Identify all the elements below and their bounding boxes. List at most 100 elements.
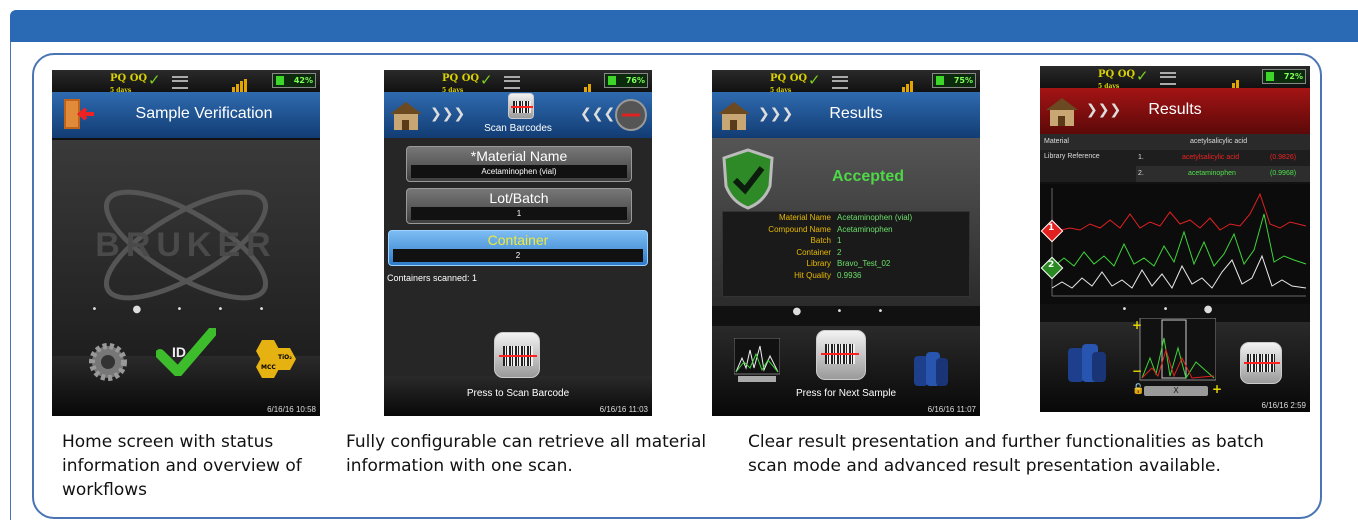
hit-row[interactable]: 1. acetylsalicylic acid (0.9826) bbox=[1136, 150, 1310, 166]
lot-batch-field[interactable]: Lot/Batch 1 bbox=[406, 188, 632, 224]
row-value: 0.9936 bbox=[837, 270, 862, 280]
mcc-label: MCC bbox=[261, 364, 276, 371]
material-value: acetylsalicylic acid bbox=[1190, 138, 1248, 145]
zoom-out-button[interactable]: − bbox=[1132, 364, 1142, 378]
spectrum-thumbnail-icon[interactable] bbox=[734, 338, 780, 382]
library-label: Library Reference bbox=[1044, 153, 1100, 160]
scan-barcode-button[interactable] bbox=[1240, 342, 1282, 384]
title-bar: ❯❯❯ Scan Barcodes ❮❮❮ bbox=[384, 92, 652, 138]
title-bar: ❯❯❯ Results bbox=[1040, 88, 1310, 134]
material-name-field[interactable]: *Material Name Acetaminophen (vial) bbox=[406, 146, 632, 182]
screen-results-spectra: PQ OQ 5 days ✓ 72% ❯❯❯ Results Material a… bbox=[1040, 66, 1310, 412]
spectra-overlay-plot[interactable] bbox=[1040, 184, 1310, 304]
container-field[interactable]: Container 2 bbox=[388, 230, 648, 266]
row-value: 1 bbox=[837, 236, 842, 245]
battery-indicator: 76% bbox=[604, 73, 648, 88]
row-key: Hit Quality bbox=[794, 270, 831, 280]
zoom-in-button[interactable]: + bbox=[1132, 318, 1142, 332]
result-row: Container 2 bbox=[723, 247, 969, 259]
zoom-reset-label: X bbox=[1173, 386, 1179, 395]
battery-indicator: 72% bbox=[1262, 69, 1306, 84]
tools-chemistry-icon[interactable]: TiO₂ MCC bbox=[248, 334, 298, 378]
row-key: Library bbox=[806, 259, 831, 268]
status-bar: PQ OQ 5 days ✓ 72% bbox=[1040, 66, 1310, 90]
tio2-label: TiO₂ bbox=[278, 354, 292, 361]
next-sample-button[interactable] bbox=[816, 330, 866, 380]
battery-indicator: 42% bbox=[272, 73, 316, 88]
library-row: Library Reference 1. acetylsalicylic aci… bbox=[1040, 150, 1310, 182]
signal-icon bbox=[584, 74, 592, 93]
marker-2-label: 2 bbox=[1048, 260, 1055, 270]
scan-barcode-button[interactable] bbox=[494, 332, 540, 378]
status-bar: PQ OQ 5 days ✓ 76% bbox=[384, 70, 652, 94]
result-details: Material Name Acetaminophen (vial) Compou… bbox=[722, 211, 970, 297]
battery-indicator: 75% bbox=[932, 73, 976, 88]
header-band bbox=[0, 0, 1358, 42]
exit-icon[interactable] bbox=[614, 98, 648, 132]
menu-icon[interactable] bbox=[1160, 72, 1176, 85]
row-key: Batch bbox=[810, 236, 831, 245]
caption-home: Home screen with status information and … bbox=[62, 432, 302, 500]
material-row: Material acetylsalicylic acid bbox=[1040, 134, 1310, 150]
caption-results: Clear result presentation and further fu… bbox=[748, 432, 1264, 476]
row-key: Compound Name bbox=[768, 224, 831, 234]
screen-results: PQ OQ 5 days ✓ 75% ❯❯❯ Results Accepted M… bbox=[712, 70, 980, 416]
signal-icon bbox=[1232, 70, 1240, 89]
laser-line bbox=[821, 353, 859, 355]
id-check-icon[interactable] bbox=[156, 328, 216, 376]
batch-containers-icon[interactable] bbox=[910, 350, 950, 390]
timestamp: 6/16/16 11:03 bbox=[599, 405, 648, 414]
result-row: Hit Quality 0.9936 bbox=[723, 270, 969, 282]
screen-home: PQ OQ 5 days ✓ 42% Sample Verification BR… bbox=[52, 70, 320, 416]
spectrum-zoom-thumbnail[interactable] bbox=[1130, 318, 1216, 384]
row-key: Material Name bbox=[778, 213, 831, 222]
page-title: Results bbox=[829, 105, 883, 122]
status-check-icon: ✓ bbox=[1136, 67, 1149, 85]
watermark-text: BRUKER bbox=[95, 226, 277, 264]
field-value: 1 bbox=[411, 207, 627, 220]
hit-score: (0.9968) bbox=[1270, 170, 1297, 177]
menu-icon[interactable] bbox=[504, 76, 520, 89]
menu-icon[interactable] bbox=[832, 76, 848, 89]
page-subtitle: Scan Barcodes bbox=[484, 123, 552, 134]
signal-icon bbox=[232, 74, 248, 93]
hit-name: acetylsalicylic acid bbox=[1182, 154, 1240, 161]
result-row: Library Bravo_Test_02 bbox=[723, 258, 969, 270]
status-check-icon: ✓ bbox=[480, 71, 493, 89]
menu-icon[interactable] bbox=[172, 76, 188, 89]
title-bar: Sample Verification bbox=[52, 92, 320, 138]
shield-check-icon bbox=[722, 148, 774, 210]
timestamp: 6/16/16 10:58 bbox=[267, 405, 316, 414]
zoom-reset-control[interactable]: X bbox=[1144, 386, 1208, 396]
hit-rank: 2. bbox=[1138, 170, 1144, 177]
row-value: Bravo_Test_02 bbox=[837, 259, 891, 268]
caption-scan: Fully configurable can retrieve all mate… bbox=[346, 432, 707, 476]
result-row: Compound Name Acetaminophen bbox=[723, 224, 969, 236]
hit-row[interactable]: 2. acetaminophen (0.9968) bbox=[1136, 166, 1310, 182]
verdict-label: Accepted bbox=[832, 168, 905, 185]
field-label: *Material Name bbox=[470, 148, 568, 164]
hit-score: (0.9826) bbox=[1270, 154, 1297, 161]
batch-containers-icon[interactable] bbox=[1064, 342, 1108, 386]
id-label: ID bbox=[172, 344, 186, 360]
chevrons-left-icon: ❮❮❮ bbox=[580, 106, 616, 122]
field-label: Container bbox=[487, 232, 549, 248]
row-value: Acetaminophen (vial) bbox=[837, 213, 913, 222]
gear-icon[interactable] bbox=[88, 342, 128, 382]
status-bar: PQ OQ 5 days ✓ 42% bbox=[52, 70, 320, 94]
laser-line bbox=[499, 355, 537, 357]
status-check-icon: ✓ bbox=[148, 71, 161, 89]
title-bar: ❯❯❯ Results bbox=[712, 92, 980, 138]
row-value: 2 bbox=[837, 247, 842, 257]
lock-icon[interactable]: 🔓 bbox=[1132, 384, 1144, 395]
page-indicator: • ● • • • bbox=[91, 304, 281, 315]
laser-line bbox=[1244, 362, 1280, 364]
zoom-plus-bottom-button[interactable]: + bbox=[1212, 382, 1222, 396]
marker-1-label: 1 bbox=[1048, 223, 1055, 233]
hit-name: acetaminophen bbox=[1188, 170, 1236, 177]
screen-scan: PQ OQ 5 days ✓ 76% ❯❯❯ Scan Barcodes ❮❮❮ … bbox=[384, 70, 652, 416]
row-value: Acetaminophen bbox=[837, 224, 893, 234]
field-value: Acetaminophen (vial) bbox=[411, 165, 627, 178]
header-band-fill bbox=[10, 10, 1358, 42]
chevrons-right-icon: ❯❯❯ bbox=[430, 106, 466, 122]
